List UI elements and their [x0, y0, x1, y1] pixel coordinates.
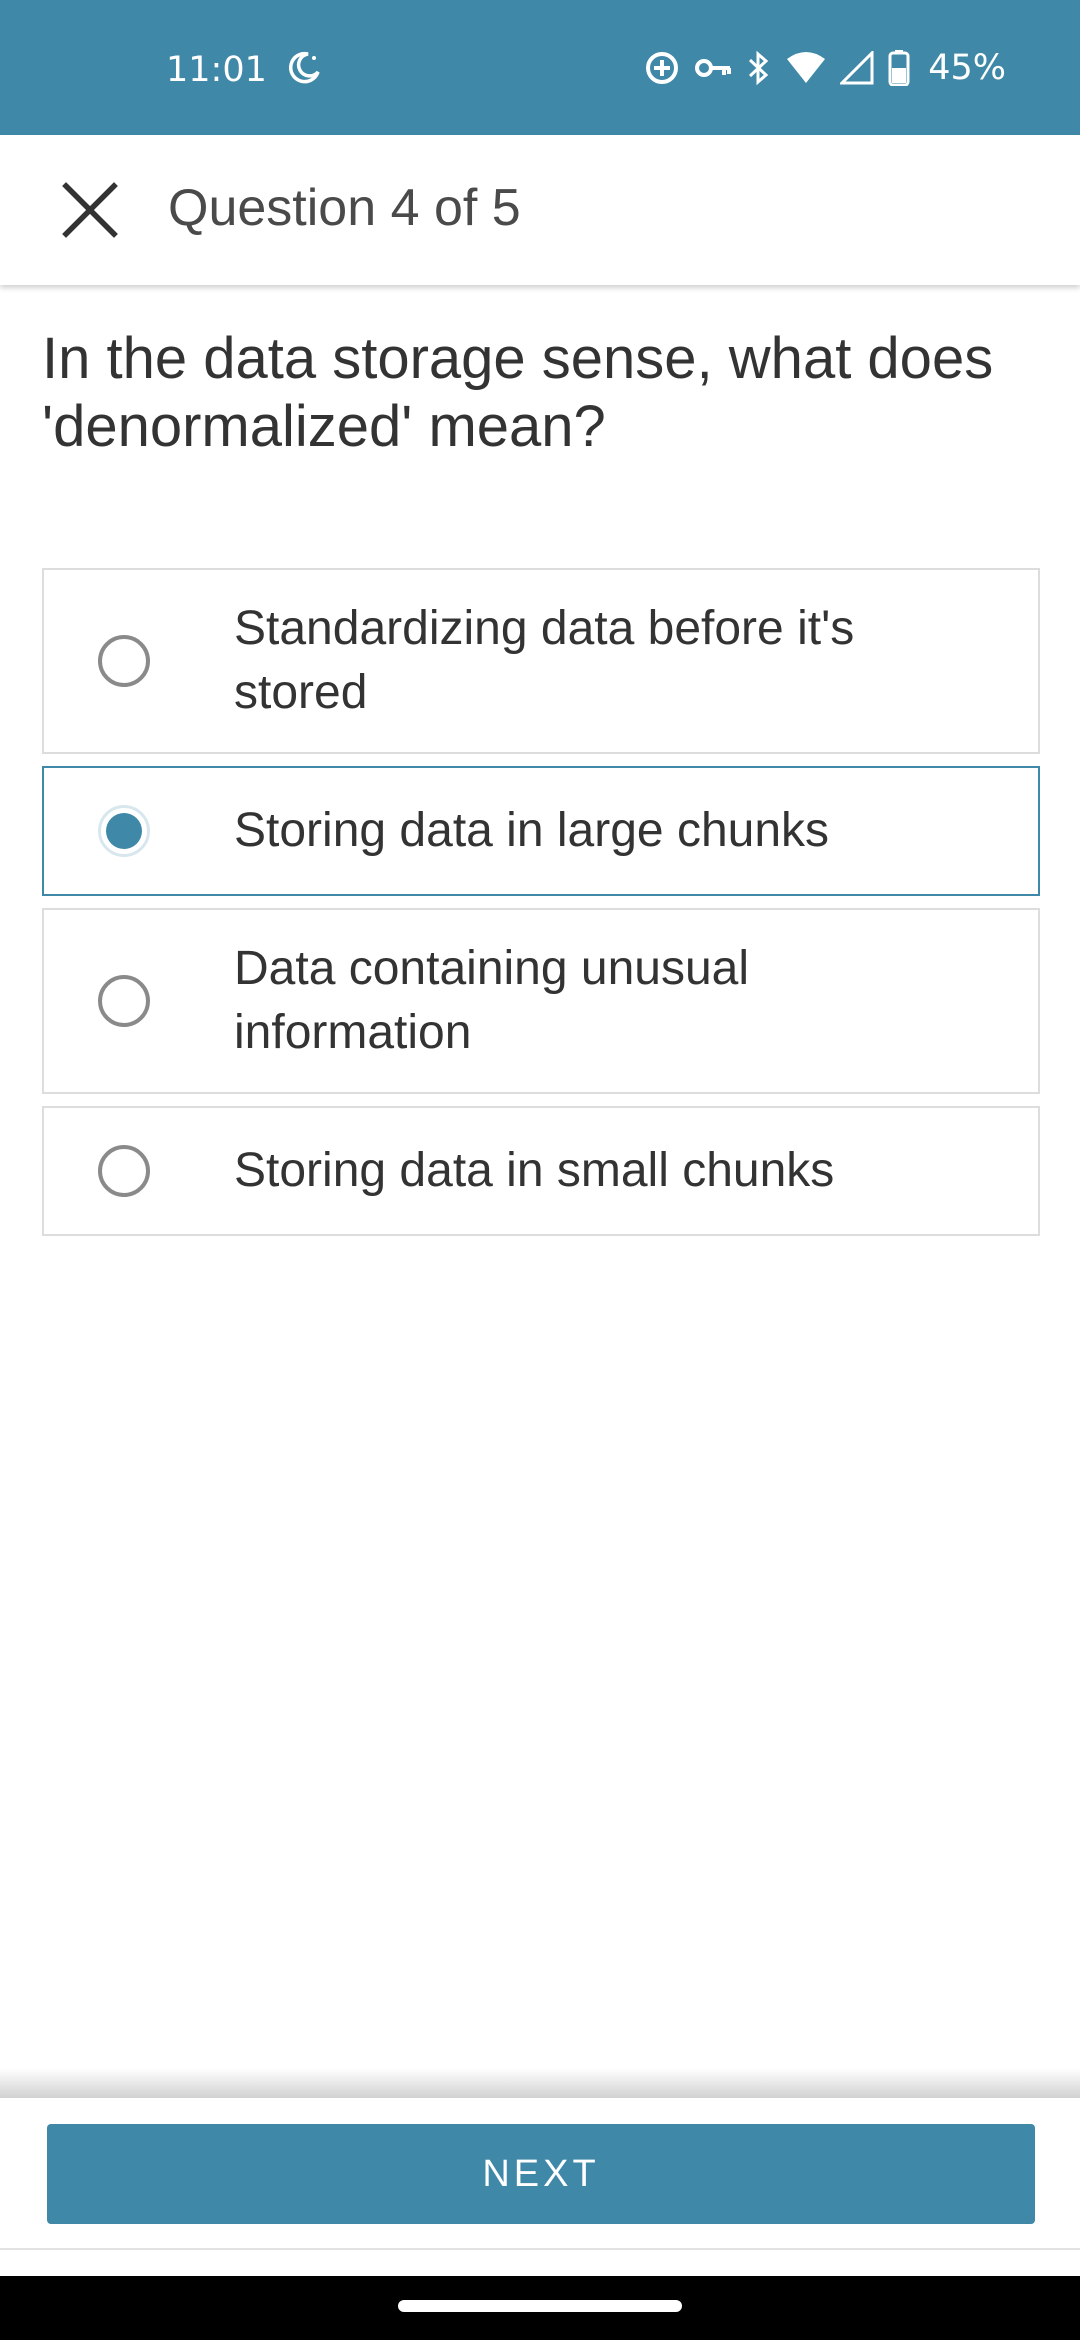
answer-option[interactable]: Standardizing data before it's stored — [42, 568, 1040, 754]
next-button[interactable]: NEXT — [47, 2124, 1035, 2224]
answer-option-label: Storing data in small chunks — [234, 1144, 835, 1197]
data-saver-icon — [644, 50, 680, 86]
page-title: Question 4 of 5 — [168, 179, 521, 237]
footer-shadow — [0, 2068, 1080, 2098]
bluetooth-icon — [746, 50, 772, 86]
answer-option-label: Storing data in large chunks — [234, 804, 830, 857]
status-icons: 45% — [644, 48, 1006, 88]
moon-icon — [286, 50, 322, 86]
battery-icon — [888, 50, 910, 86]
signal-icon — [840, 51, 874, 85]
status-bar: 11:01 45% — [0, 0, 1080, 135]
radio-button[interactable] — [98, 635, 150, 687]
status-time: 11:01 — [166, 50, 267, 90]
answer-options: Standardizing data before it's stored St… — [42, 568, 1040, 1248]
answer-option[interactable]: Storing data in small chunks — [42, 1106, 1040, 1236]
app-bar — [0, 135, 1080, 285]
answer-option[interactable]: Data containing unusual information — [42, 908, 1040, 1094]
close-button[interactable] — [50, 170, 130, 250]
wifi-icon — [786, 51, 826, 85]
radio-button-selected[interactable] — [98, 805, 150, 857]
vpn-key-icon — [694, 50, 732, 86]
answer-option-label: Data containing unusual information — [234, 942, 750, 1059]
answer-option-selected[interactable]: Storing data in large chunks — [42, 766, 1040, 896]
battery-percent: 45% — [928, 48, 1006, 88]
close-icon — [62, 182, 118, 238]
radio-button[interactable] — [98, 1145, 150, 1197]
home-gesture-handle[interactable] — [398, 2300, 682, 2312]
radio-button[interactable] — [98, 975, 150, 1027]
answer-option-label: Standardizing data before it's stored — [234, 602, 855, 719]
question-text: In the data storage sense, what does 'de… — [42, 326, 994, 459]
